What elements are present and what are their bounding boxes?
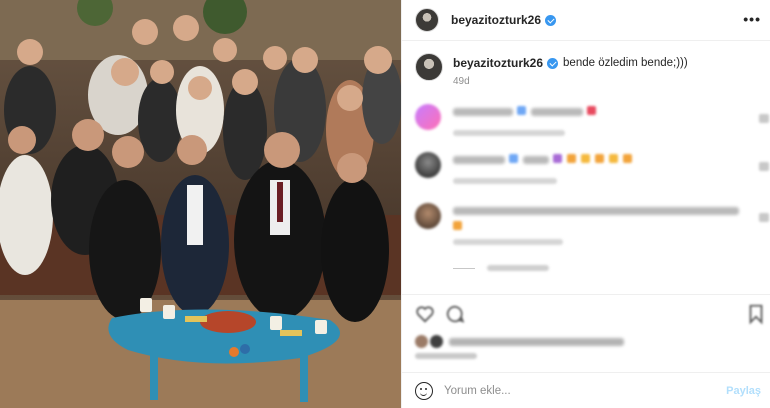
header-username[interactable]: beyazitozturk26 — [451, 13, 541, 27]
comment-item — [415, 203, 769, 259]
comment-like-icon[interactable] — [759, 162, 769, 171]
group-photo-image — [0, 0, 401, 408]
add-comment-bar: Paylaş — [402, 372, 770, 408]
comment-icon[interactable] — [444, 303, 466, 325]
post-actions — [402, 294, 770, 370]
comment-item — [415, 104, 769, 144]
emoji-icon — [623, 154, 632, 163]
more-options-icon[interactable]: ••• — [743, 12, 761, 26]
comment-blurred-text — [453, 207, 739, 215]
replies-divider — [453, 267, 475, 269]
heart-icon[interactable] — [414, 303, 436, 325]
comment-blurred-text — [523, 156, 549, 164]
emoji-icon — [509, 154, 518, 163]
post-caption: beyazitozturk26 bende özledim bende;))) … — [415, 53, 755, 87]
emoji-icon — [595, 154, 604, 163]
caption-username[interactable]: beyazitozturk26 — [453, 56, 543, 70]
comment-blurred-username — [453, 156, 505, 164]
replies-blurred-text — [487, 265, 549, 271]
heart-emoji-icon — [587, 106, 596, 115]
caption-avatar[interactable] — [415, 53, 443, 81]
comment-input[interactable] — [444, 384, 714, 397]
liked-by-row[interactable] — [415, 335, 624, 348]
comment-blurred-text — [531, 108, 583, 116]
emoji-icon — [609, 154, 618, 163]
emoji-icon — [567, 154, 576, 163]
comment-meta — [453, 130, 565, 136]
comment-like-icon[interactable] — [759, 213, 769, 222]
comment-blurred-username — [453, 108, 513, 116]
caption-text: bende özledim bende;))) — [563, 57, 688, 69]
caption-timestamp[interactable]: 49d — [453, 76, 688, 87]
emoji-icon — [517, 106, 526, 115]
verified-badge-icon — [547, 57, 559, 69]
comment-avatar[interactable] — [415, 152, 441, 178]
post-photo[interactable] — [0, 0, 401, 408]
liker-avatar — [415, 335, 428, 348]
post-time-blurred — [415, 353, 477, 359]
post-side-panel: beyazitozturk26 ••• beyazitozturk26 bend… — [401, 0, 770, 408]
bookmark-icon[interactable] — [745, 303, 767, 325]
emoji-icon — [453, 221, 462, 230]
comment-avatar[interactable] — [415, 104, 441, 130]
comment-item — [415, 152, 769, 192]
view-replies-link[interactable] — [453, 265, 549, 271]
emoji-picker-icon[interactable] — [415, 381, 433, 400]
comment-avatar[interactable] — [415, 203, 441, 229]
post-header: beyazitozturk26 ••• — [402, 0, 770, 41]
liker-avatar — [430, 335, 443, 348]
verified-badge-icon — [545, 14, 557, 26]
emoji-icon — [581, 154, 590, 163]
emoji-icon — [553, 154, 562, 163]
liked-by-blurred-text — [449, 337, 624, 346]
comment-like-icon[interactable] — [759, 114, 769, 123]
avatar[interactable] — [415, 8, 439, 32]
post-comment-button[interactable]: Paylaş — [726, 385, 761, 397]
comment-meta — [453, 239, 563, 245]
comment-meta — [453, 178, 557, 184]
